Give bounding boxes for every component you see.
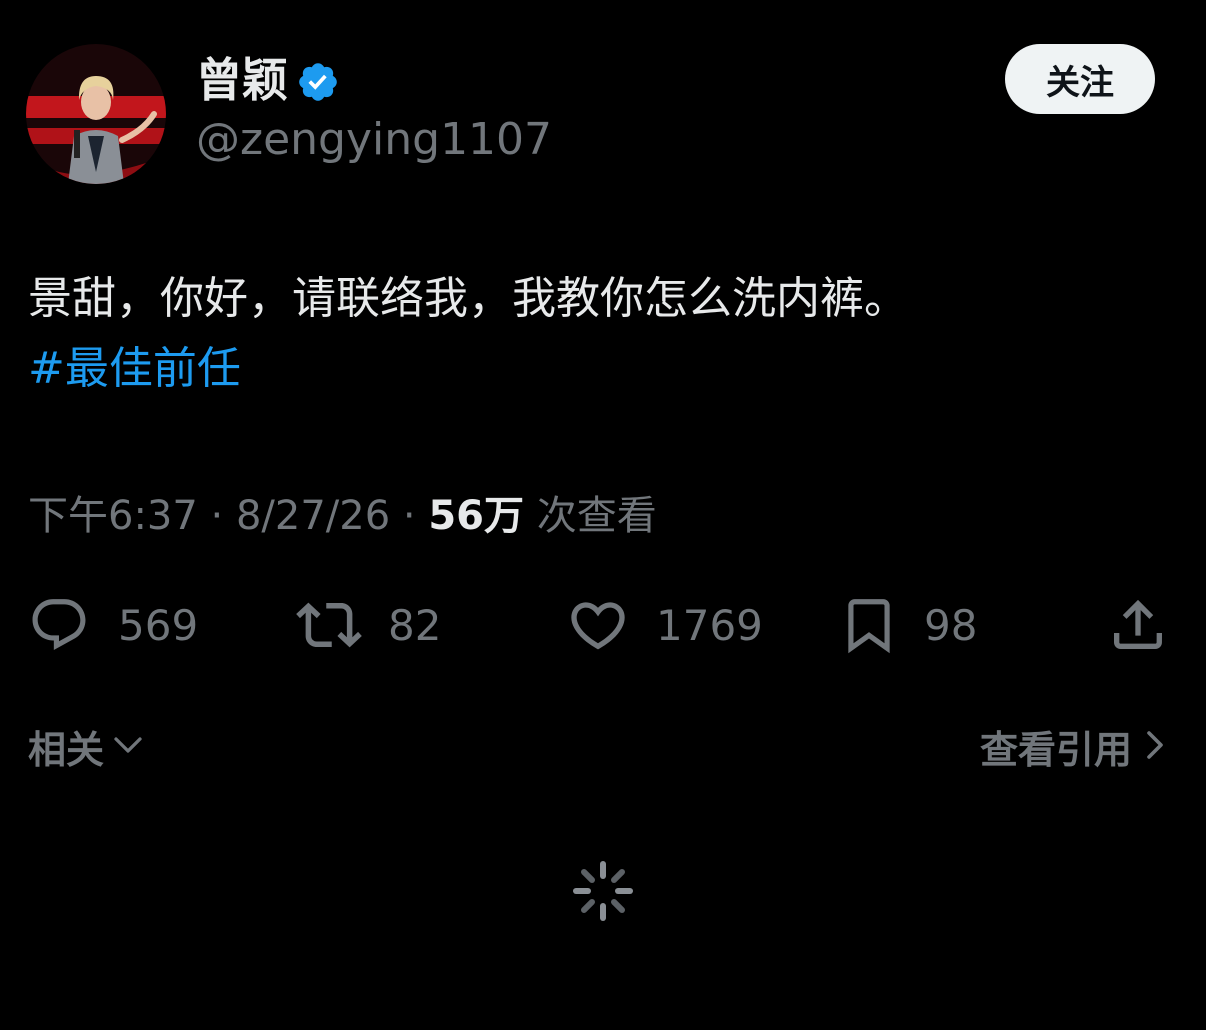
tweet-date[interactable]: 8/27/26	[236, 493, 390, 539]
bookmark-button[interactable]: 98	[838, 590, 977, 660]
meta-separator: ·	[402, 493, 416, 539]
bookmark-count: 98	[924, 600, 978, 650]
views-label: 次查看	[536, 493, 657, 539]
reply-icon	[28, 594, 90, 656]
verified-badge-icon	[296, 58, 340, 102]
retweet-button[interactable]: 82	[296, 590, 441, 660]
view-quotes-link[interactable]: 查看引用	[980, 720, 1170, 780]
related-toggle[interactable]: 相关	[28, 720, 146, 780]
avatar[interactable]	[26, 44, 166, 184]
like-button[interactable]: 1769	[566, 590, 763, 660]
like-count: 1769	[656, 600, 763, 650]
display-name[interactable]: 曾颖	[196, 50, 340, 110]
reply-count: 569	[118, 600, 199, 650]
display-name-text: 曾颖	[196, 53, 288, 107]
chevron-down-icon	[110, 720, 146, 780]
tweet-text: 景甜，你好，请联络我，我教你怎么洗内裤。	[28, 273, 908, 324]
quotes-label: 查看引用	[979, 728, 1132, 772]
loading-spinner-icon	[572, 860, 634, 922]
user-handle[interactable]: @zengying1107	[196, 112, 552, 168]
tweet-time[interactable]: 下午6:37	[28, 493, 198, 539]
retweet-icon	[296, 592, 362, 658]
chevron-right-icon	[1140, 720, 1170, 780]
share-button[interactable]	[1106, 590, 1170, 660]
follow-button[interactable]: 关注	[1005, 44, 1155, 114]
tweet-body: 景甜，你好，请联络我，我教你怎么洗内裤。 #最佳前任	[28, 264, 1178, 404]
action-bar: 569 82 1769 98	[0, 590, 1206, 660]
bookmark-icon	[838, 594, 900, 656]
heart-icon	[566, 593, 630, 657]
meta-separator: ·	[210, 493, 224, 539]
share-icon	[1106, 593, 1170, 657]
retweet-count: 82	[388, 600, 442, 650]
reply-button[interactable]: 569	[28, 590, 198, 660]
views-count: 56万	[428, 493, 525, 539]
tweet-meta: 下午6:37 · 8/27/26 · 56万 次查看	[28, 486, 657, 546]
hashtag-link[interactable]: #最佳前任	[28, 334, 1178, 404]
related-label: 相关	[28, 728, 105, 772]
